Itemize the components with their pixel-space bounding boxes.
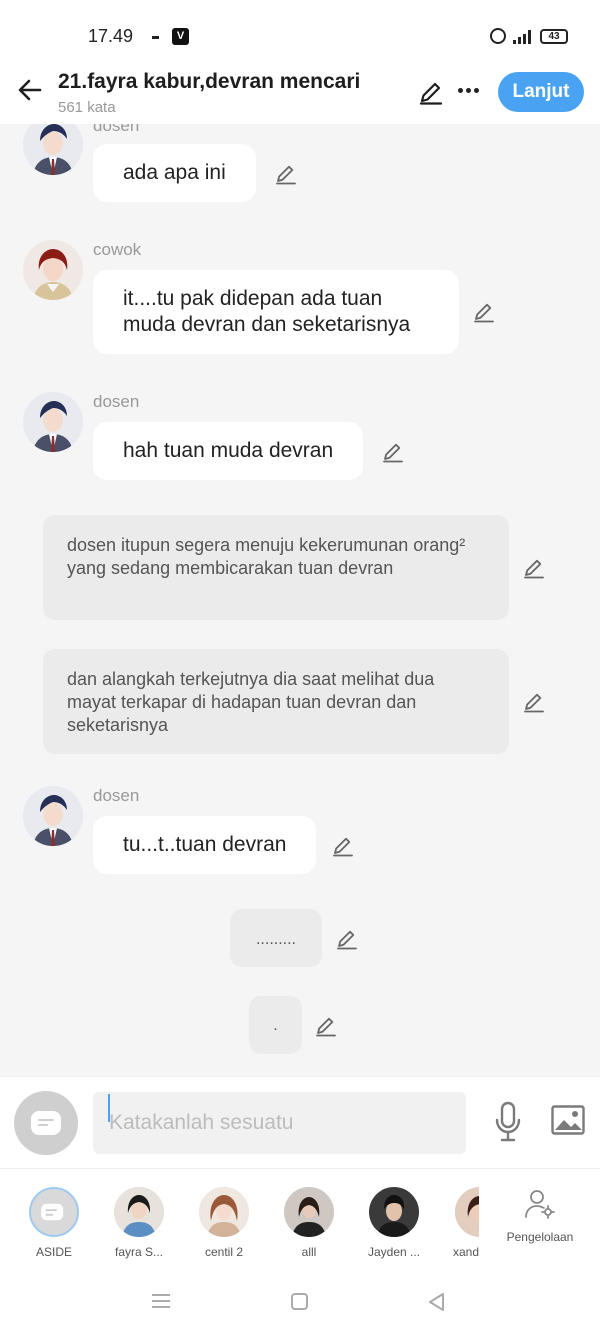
edit-message-icon[interactable] — [522, 690, 546, 714]
chapter-title[interactable]: 21.fayra kabur,devran mencari — [58, 70, 360, 94]
avatar-dosen[interactable] — [23, 124, 83, 175]
character-xand[interactable]: xand — [429, 1187, 479, 1259]
status-time: 17.49 — [88, 26, 134, 46]
status-indicator-icon — [152, 36, 159, 39]
manage-label: Pengelolaan — [506, 1230, 574, 1244]
message-composer — [0, 1076, 600, 1168]
character-label: ASIDE — [35, 1245, 72, 1259]
narration-bubble[interactable]: . — [249, 996, 302, 1054]
text-cursor — [108, 1094, 110, 1122]
status-bar: 17.49 V 43 — [0, 0, 600, 64]
narration-bubble[interactable]: ......... — [230, 909, 322, 967]
manage-characters-icon — [525, 1190, 555, 1219]
next-button[interactable]: Lanjut — [498, 72, 584, 112]
edit-message-icon[interactable] — [335, 927, 359, 951]
narration-bubble[interactable]: dosen itupun segera menuju kekerumunan o… — [43, 515, 509, 620]
aside-toggle-button[interactable] — [14, 1091, 78, 1155]
speaker-name: dosen — [93, 124, 140, 135]
dialogue-bubble[interactable]: hah tuan muda devran — [93, 422, 364, 480]
back-triangle-icon[interactable] — [427, 1292, 445, 1312]
alarm-icon — [490, 28, 506, 44]
manage-characters-button[interactable]: Pengelolaan — [500, 1187, 580, 1244]
character-avatar — [284, 1187, 334, 1237]
edit-message-icon[interactable] — [274, 162, 298, 186]
editor-header: 21.fayra kabur,devran mencari 561 kata L… — [0, 64, 600, 124]
image-icon[interactable] — [551, 1105, 585, 1135]
dialogue-bubble[interactable]: tu...t..tuan devran — [93, 816, 317, 874]
character-avatar — [199, 1187, 249, 1237]
aside-icon — [31, 1111, 61, 1135]
dialogue-bubble[interactable]: it....tu pak didepan ada tuan muda devra… — [93, 270, 459, 354]
character-tray: ASIDE fayra S... centil 2 alll Jayden ..… — [0, 1168, 600, 1268]
edit-message-icon[interactable] — [522, 556, 546, 580]
aside-icon — [29, 1187, 79, 1237]
dialogue-bubble[interactable]: ada apa ini — [93, 144, 256, 202]
edit-message-icon[interactable] — [314, 1014, 338, 1038]
character-label: centil 2 — [204, 1245, 244, 1259]
system-nav-bar — [0, 1268, 600, 1333]
character-alll[interactable]: alll — [274, 1187, 344, 1259]
edit-message-icon[interactable] — [472, 300, 496, 324]
story-chat: dosen ada apa ini cowok it....tu pak did… — [0, 124, 600, 1076]
speaker-name: dosen — [93, 392, 140, 411]
app-notification-icon: V — [172, 28, 189, 45]
speaker-name: cowok — [93, 240, 142, 259]
back-arrow-icon[interactable] — [14, 74, 46, 106]
character-label: xand — [452, 1245, 479, 1259]
edit-message-icon[interactable] — [331, 834, 355, 858]
avatar-dosen[interactable] — [23, 786, 83, 846]
microphone-icon[interactable] — [494, 1101, 522, 1143]
more-options-icon[interactable] — [456, 88, 482, 96]
character-fayra[interactable]: fayra S... — [104, 1187, 174, 1259]
word-count: 561 kata — [58, 99, 116, 116]
recent-apps-icon[interactable] — [152, 1294, 170, 1308]
speaker-name: dosen — [93, 786, 140, 805]
signal-icon — [513, 30, 533, 44]
character-aside[interactable]: ASIDE — [19, 1187, 89, 1259]
character-avatar — [455, 1187, 479, 1237]
battery-icon: 43 — [540, 29, 568, 44]
character-label: alll — [301, 1245, 317, 1259]
edit-message-icon[interactable] — [381, 440, 405, 464]
character-avatar — [369, 1187, 419, 1237]
message-input[interactable] — [93, 1092, 466, 1154]
edit-title-icon[interactable] — [417, 78, 445, 106]
character-label: fayra S... — [114, 1245, 164, 1259]
narration-bubble[interactable]: dan alangkah terkejutnya dia saat meliha… — [43, 649, 509, 754]
character-centil[interactable]: centil 2 — [189, 1187, 259, 1259]
character-jayden[interactable]: Jayden ... — [359, 1187, 429, 1259]
avatar-dosen[interactable] — [23, 392, 83, 452]
home-icon[interactable] — [291, 1293, 308, 1310]
avatar-cowok[interactable] — [23, 240, 83, 300]
character-label: Jayden ... — [367, 1245, 421, 1259]
character-avatar — [114, 1187, 164, 1237]
